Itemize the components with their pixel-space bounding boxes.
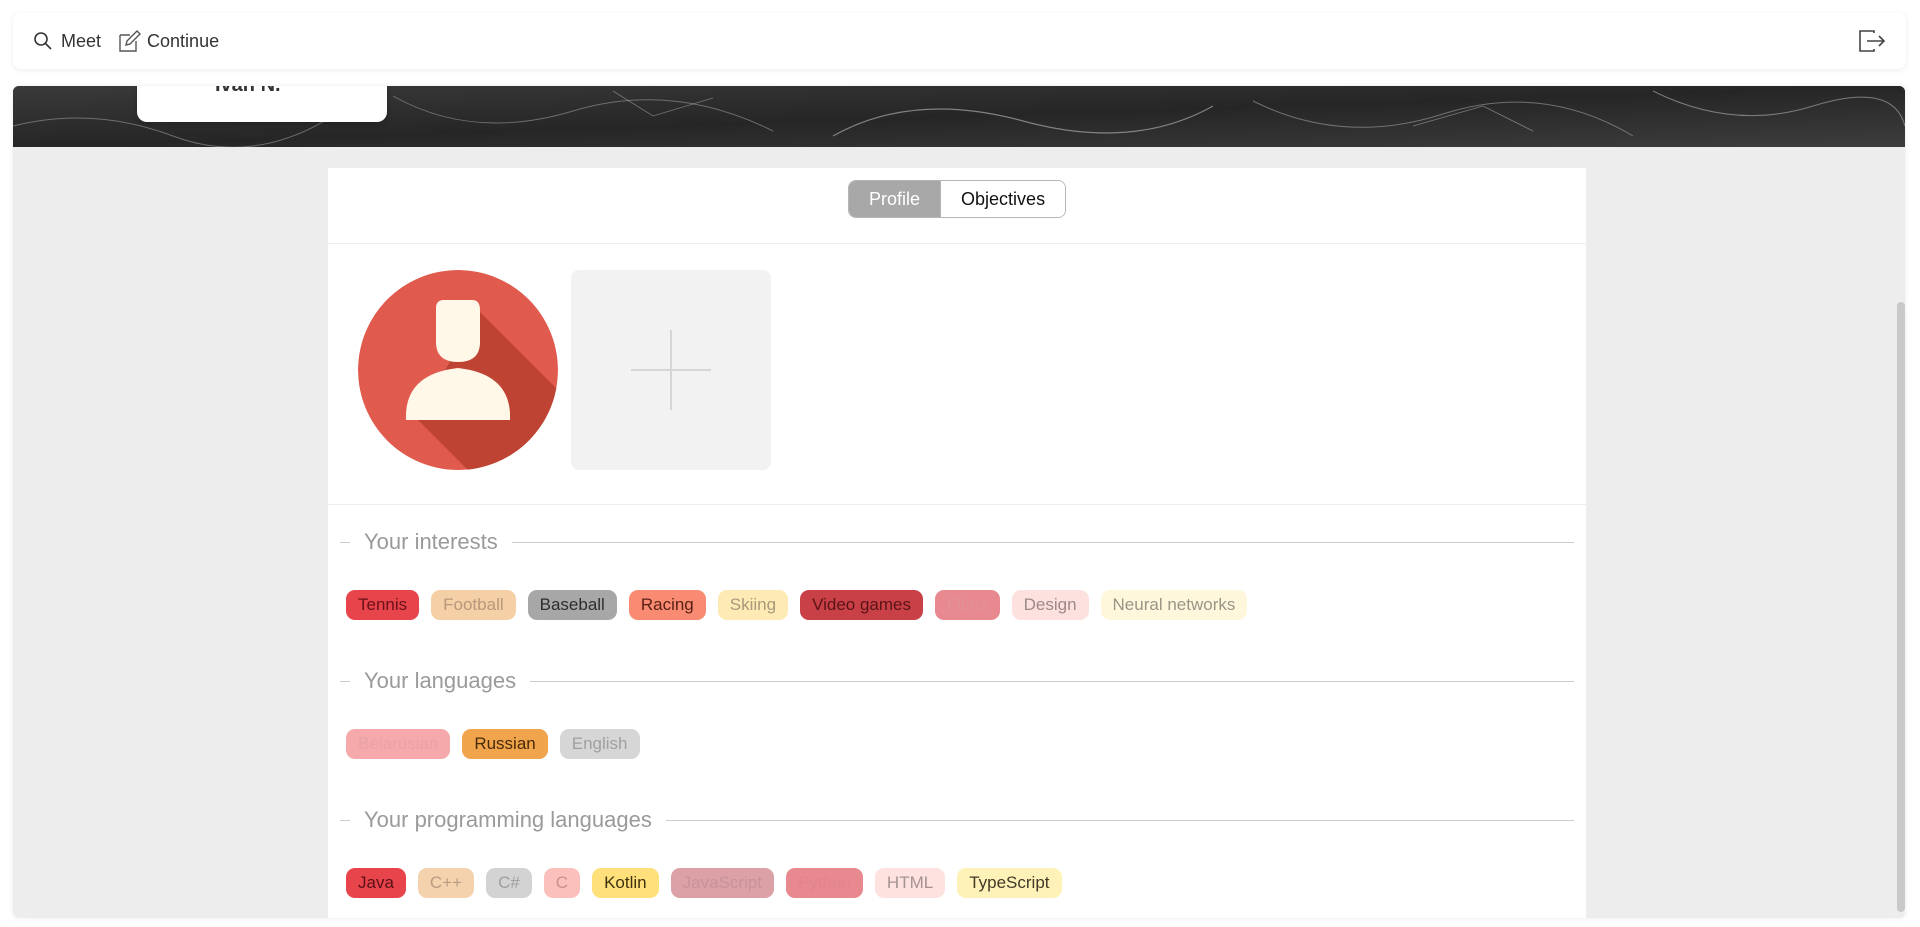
tag-chip[interactable]: Racing — [628, 590, 706, 620]
tabs-row: Profile Objectives — [328, 168, 1586, 244]
tag-chip[interactable]: Skiing — [717, 590, 789, 620]
tag-chip[interactable]: Football — [431, 590, 516, 620]
interests-title: Your interests — [364, 529, 498, 554]
tag-chip[interactable]: English — [559, 729, 640, 759]
programming-languages-chips: Java C++ C# C Kotlin JavaScript Python HTML Type… — [346, 868, 1062, 898]
tab-group: Profile Objectives — [848, 180, 1067, 218]
profile-panel: Profile Objectives Your interests Tennis… — [328, 168, 1586, 918]
interests-section: Your interests Tennis Football Baseball Rac… — [328, 505, 1586, 644]
logout-icon[interactable] — [1858, 29, 1886, 53]
languages-section: Your languages Belarusian Russian English — [328, 644, 1586, 783]
profile-name-fragment: Ivan N. — [215, 86, 281, 97]
tag-chip[interactable]: C# — [486, 868, 532, 898]
avatar[interactable] — [358, 270, 558, 470]
photos-row — [328, 244, 1586, 505]
tag-chip[interactable]: JavaScript — [670, 868, 774, 898]
continue-button[interactable]: Continue — [117, 29, 219, 53]
interests-chips: Tennis Football Baseball Racing Skiing Video … — [346, 590, 1248, 620]
cover-banner: Ivan N. — [13, 86, 1905, 147]
tag-chip[interactable]: Russian — [462, 729, 548, 759]
meet-button[interactable]: Meet — [31, 29, 101, 53]
tag-chip[interactable]: Neural networks — [1100, 590, 1248, 620]
tag-chip[interactable]: HTML — [874, 868, 946, 898]
tag-chip[interactable]: TypeScript — [957, 868, 1062, 898]
scrollbar[interactable] — [1897, 302, 1905, 912]
meet-label: Meet — [61, 30, 102, 51]
programming-languages-title: Your programming languages — [364, 807, 652, 832]
languages-title: Your languages — [364, 668, 517, 693]
tab-profile[interactable]: Profile — [849, 181, 941, 217]
profile-name-card: Ivan N. — [137, 86, 387, 122]
tag-chip[interactable]: Design — [1011, 590, 1089, 620]
tag-chip[interactable]: Baseball — [527, 590, 617, 620]
tag-chip[interactable]: Video games — [800, 590, 923, 620]
tag-chip[interactable]: C — [543, 868, 581, 898]
edit-icon — [117, 29, 142, 53]
languages-chips: Belarusian Russian English — [346, 729, 640, 759]
programming-languages-section: Your programming languages Java C++ C# C Kot… — [328, 783, 1586, 918]
tag-chip[interactable]: Kotlin — [592, 868, 659, 898]
continue-label: Continue — [147, 30, 220, 51]
tag-chip[interactable]: Belarusian — [346, 729, 451, 759]
add-photo-button[interactable] — [571, 270, 771, 470]
tab-objectives[interactable]: Objectives — [940, 181, 1066, 217]
tag-chip[interactable]: Java — [346, 868, 406, 898]
top-navbar: Meet Continue — [13, 13, 1906, 69]
tag-chip[interactable]: Tennis — [346, 590, 420, 620]
tag-chip[interactable]: C++ — [417, 868, 475, 898]
search-icon — [31, 29, 55, 53]
tag-chip[interactable]: Films — [935, 590, 1000, 620]
content-frame: Ivan N. Profile Objectives — [13, 86, 1905, 918]
tag-chip[interactable]: Python — [785, 868, 863, 898]
